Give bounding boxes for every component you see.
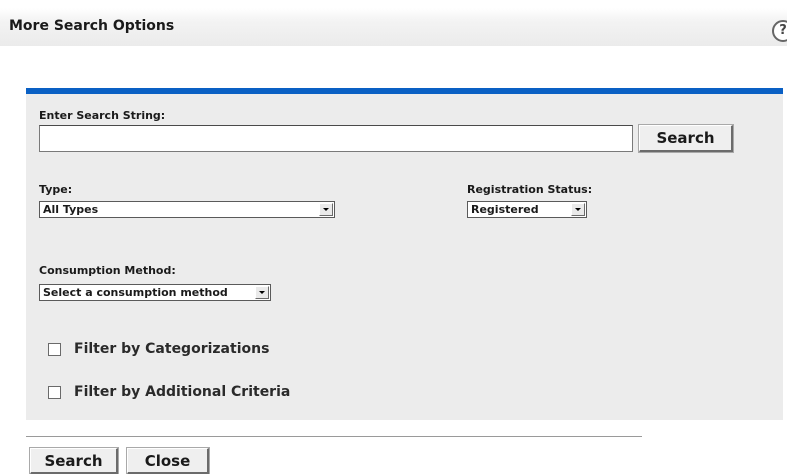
consumption-method-select-value: Select a consumption method [43, 286, 228, 299]
chevron-down-icon [571, 203, 585, 216]
type-select[interactable]: All Types [39, 201, 335, 218]
filter-categorizations-checkbox[interactable] [48, 343, 61, 356]
footer-divider [26, 436, 642, 437]
chevron-down-icon [319, 203, 333, 216]
dialog-header: More Search Options ? [0, 8, 787, 46]
registration-status-select-value: Registered [471, 203, 539, 216]
consumption-method-label: Consumption Method: [39, 264, 176, 277]
chevron-down-icon [255, 286, 269, 299]
dialog-title: More Search Options [9, 18, 175, 34]
filter-additional-criteria-checkbox[interactable] [48, 386, 61, 399]
type-select-value: All Types [43, 203, 99, 216]
search-options-panel: Enter Search String: Search Type: All Ty… [26, 88, 783, 420]
filter-additional-criteria-label: Filter by Additional Criteria [74, 384, 291, 400]
filter-categorizations-label: Filter by Categorizations [74, 341, 270, 357]
consumption-method-select[interactable]: Select a consumption method [39, 284, 271, 301]
type-label: Type: [39, 183, 73, 196]
search-string-label: Enter Search String: [39, 109, 166, 122]
help-icon[interactable]: ? [772, 20, 787, 42]
search-button[interactable]: Search [639, 125, 733, 152]
registration-status-select[interactable]: Registered [467, 201, 587, 218]
footer-search-button[interactable]: Search [30, 448, 118, 474]
search-string-input[interactable] [39, 125, 633, 152]
close-button[interactable]: Close [127, 448, 209, 474]
registration-status-label: Registration Status: [467, 183, 593, 196]
